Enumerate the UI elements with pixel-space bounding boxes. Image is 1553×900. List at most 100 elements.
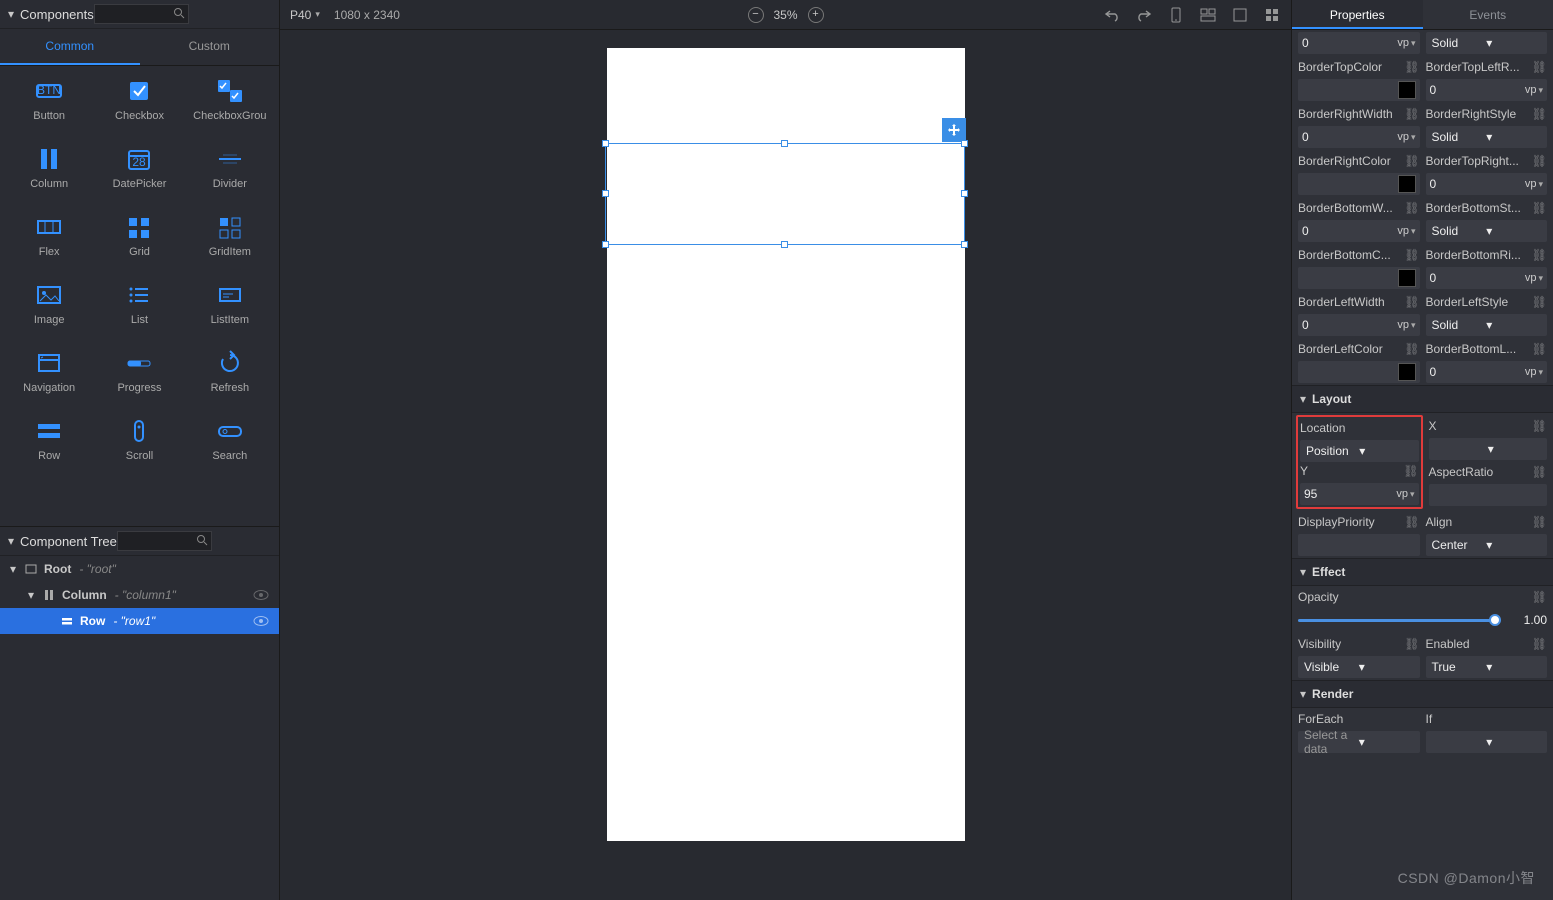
if-select[interactable]: ▾ [1426, 731, 1548, 753]
component-datepicker[interactable]: 28DatePicker [94, 142, 184, 194]
component-checkbox[interactable]: Checkbox [94, 74, 184, 126]
link-icon[interactable]: ⛓ [1532, 419, 1547, 433]
device-rotate-icon[interactable] [1167, 6, 1185, 24]
device-selector[interactable]: P40 ▾ [290, 8, 320, 22]
section-layout[interactable]: ▾Layout [1292, 385, 1553, 413]
chevron-down-icon[interactable]: ▾ [8, 7, 14, 21]
prop-select[interactable]: Solid▾ [1426, 126, 1548, 148]
properties-panel[interactable]: vp▾ Solid▾ BorderTopColor⛓ BorderTopLeft… [1292, 30, 1553, 900]
component-listitem[interactable]: ListItem [185, 278, 275, 330]
layout-icon[interactable] [1199, 6, 1217, 24]
prop-input[interactable]: vp▾ [1426, 361, 1548, 383]
component-griditem[interactable]: GridItem [185, 210, 275, 262]
link-icon[interactable]: ⛓ [1532, 60, 1547, 74]
enabled-select[interactable]: True▾ [1426, 656, 1548, 678]
redo-button[interactable] [1135, 6, 1153, 24]
prop-input[interactable]: vp▾ [1426, 79, 1548, 101]
prop-input[interactable]: vp▾ [1426, 173, 1548, 195]
prop-input[interactable]: vp▾ [1298, 126, 1420, 148]
component-list[interactable]: List [94, 278, 184, 330]
eye-icon[interactable] [253, 615, 269, 627]
resize-handle[interactable] [781, 241, 788, 248]
resize-handle[interactable] [961, 140, 968, 147]
link-icon[interactable]: ⛓ [1404, 60, 1419, 74]
color-input[interactable] [1298, 79, 1420, 101]
prop-select[interactable]: Solid▾ [1426, 314, 1548, 336]
tab-events[interactable]: Events [1423, 0, 1553, 29]
frame-icon[interactable] [1231, 6, 1249, 24]
zoom-in-button[interactable]: + [808, 7, 824, 23]
zoom-out-button[interactable]: − [747, 7, 763, 23]
link-icon[interactable]: ⛓ [1532, 637, 1547, 651]
tab-custom[interactable]: Custom [140, 29, 280, 65]
y-input[interactable]: vp▾ [1300, 483, 1419, 505]
component-navigation[interactable]: Navigation [4, 346, 94, 398]
move-handle[interactable] [942, 118, 966, 142]
link-icon[interactable]: ⛓ [1532, 515, 1547, 529]
link-icon[interactable]: ⛓ [1532, 590, 1547, 604]
color-swatch[interactable] [1398, 269, 1416, 287]
tree-search-input[interactable] [117, 531, 212, 551]
visibility-select[interactable]: Visible▾ [1298, 656, 1420, 678]
display-priority-input[interactable] [1298, 534, 1420, 556]
prop-input[interactable]: vp▾ [1298, 314, 1420, 336]
link-icon[interactable]: ⛓ [1404, 107, 1419, 121]
link-icon[interactable]: ⛓ [1404, 515, 1419, 529]
link-icon[interactable]: ⛓ [1404, 248, 1419, 262]
align-select[interactable]: Center▾ [1426, 534, 1548, 556]
color-input[interactable] [1298, 173, 1420, 195]
eye-icon[interactable] [253, 589, 269, 601]
link-icon[interactable]: ⛓ [1404, 342, 1419, 356]
component-row[interactable]: Row [4, 414, 94, 466]
tree-node-root[interactable]: ▾Root- "root" [0, 556, 279, 582]
aspect-input[interactable] [1429, 484, 1548, 506]
resize-handle[interactable] [602, 140, 609, 147]
section-render[interactable]: ▾Render [1292, 680, 1553, 708]
link-icon[interactable]: ⛓ [1532, 248, 1547, 262]
tree-node-column[interactable]: ▾Column- "column1" [0, 582, 279, 608]
slider-thumb[interactable] [1489, 614, 1501, 626]
tab-properties[interactable]: Properties [1292, 0, 1423, 29]
x-input[interactable]: ▾ [1429, 438, 1548, 460]
component-image[interactable]: Image [4, 278, 94, 330]
component-search[interactable]: Search [185, 414, 275, 466]
undo-button[interactable] [1103, 6, 1121, 24]
resize-handle[interactable] [602, 241, 609, 248]
resize-handle[interactable] [781, 140, 788, 147]
chevron-down-icon[interactable]: ▾ [6, 562, 20, 576]
grid-view-icon[interactable] [1263, 6, 1281, 24]
prop-input[interactable]: vp▾ [1298, 32, 1420, 54]
link-icon[interactable]: ⛓ [1404, 201, 1419, 215]
component-scroll[interactable]: Scroll [94, 414, 184, 466]
foreach-select[interactable]: Select a data▾ [1298, 731, 1420, 753]
location-select[interactable]: Position▾ [1300, 440, 1419, 462]
color-input[interactable] [1298, 267, 1420, 289]
component-column[interactable]: Column [4, 142, 94, 194]
opacity-slider[interactable]: 1.00 [1298, 609, 1547, 631]
resize-handle[interactable] [961, 190, 968, 197]
link-icon[interactable]: ⛓ [1404, 637, 1419, 651]
resize-handle[interactable] [961, 241, 968, 248]
component-grid[interactable]: Grid [94, 210, 184, 262]
color-input[interactable] [1298, 361, 1420, 383]
link-icon[interactable]: ⛓ [1532, 154, 1547, 168]
link-icon[interactable]: ⛓ [1532, 201, 1547, 215]
component-divider[interactable]: Divider [185, 142, 275, 194]
link-icon[interactable]: ⛓ [1403, 464, 1418, 478]
component-checkboxgrou[interactable]: CheckboxGrou [185, 74, 275, 126]
link-icon[interactable]: ⛓ [1532, 465, 1547, 479]
color-swatch[interactable] [1398, 81, 1416, 99]
color-swatch[interactable] [1398, 175, 1416, 193]
link-icon[interactable]: ⛓ [1404, 154, 1419, 168]
component-button[interactable]: BTNButton [4, 74, 94, 126]
section-effect[interactable]: ▾Effect [1292, 558, 1553, 586]
link-icon[interactable]: ⛓ [1532, 107, 1547, 121]
component-tree[interactable]: ▾Root- "root"▾Column- "column1"Row- "row… [0, 556, 279, 900]
resize-handle[interactable] [602, 190, 609, 197]
component-progress[interactable]: Progress [94, 346, 184, 398]
components-search-input[interactable] [94, 4, 189, 24]
chevron-down-icon[interactable]: ▾ [8, 534, 14, 548]
prop-select[interactable]: Solid▾ [1426, 32, 1548, 54]
artboard[interactable] [607, 48, 965, 841]
component-flex[interactable]: Flex [4, 210, 94, 262]
